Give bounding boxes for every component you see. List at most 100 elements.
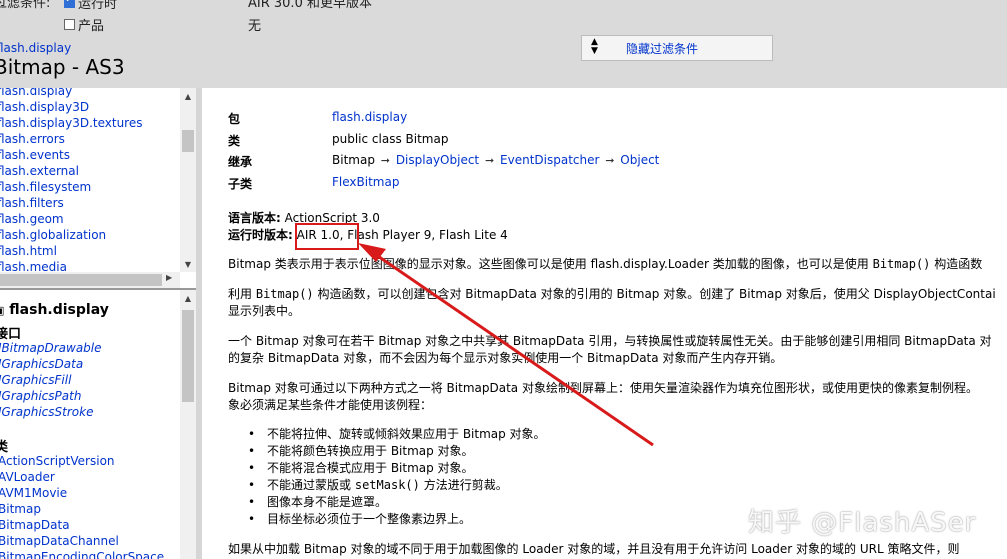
- package-list-item[interactable]: flash.display3D: [0, 99, 142, 115]
- zhihu-watermark: 知乎 @FlashASer: [748, 508, 977, 538]
- runtime-checkbox-label: 运行时: [78, 0, 118, 12]
- interface-link[interactable]: IGraphicsStroke: [0, 404, 102, 420]
- arrow-right-icon: ➞: [380, 154, 390, 167]
- class-link[interactable]: BitmapData: [0, 517, 164, 533]
- description-paragraph: 如果从中加载 Bitmap 对象的域不同于用于加载图像的 Loader 对象的域…: [228, 542, 960, 556]
- text: 构造函数，可以创建包含对 BitmapData 对象的引用的 Bitmap 对象…: [317, 287, 996, 301]
- product-filter[interactable]: 产品: [64, 15, 104, 34]
- class-link[interactable]: AVM1Movie: [0, 485, 164, 501]
- interface-link[interactable]: IBitmapDrawable: [0, 340, 102, 356]
- runtime-version-rest: Flash Player 9, Flash Lite 4: [347, 228, 508, 242]
- package-list-item[interactable]: flash.display: [0, 88, 142, 99]
- package-contents-pane: ▣ flash.display 接口 IBitmapDrawableIGraph…: [0, 290, 196, 559]
- scroll-thumb[interactable]: [182, 130, 194, 152]
- scroll-up-icon[interactable]: ▲: [180, 292, 196, 306]
- interfaces-list: IBitmapDrawable IGraphicsData IGraphicsFil…: [0, 340, 102, 420]
- description-paragraph: Bitmap 对象可通过以下两种方式之一将 BitmapData 对象绘制到屏幕…: [228, 380, 1007, 414]
- inheritance-link[interactable]: EventDispatcher: [500, 153, 599, 167]
- class-link[interactable]: BitmapEncodingColorSpace: [0, 549, 164, 559]
- class-value: public class Bitmap: [332, 132, 449, 146]
- inheritance-chain: Bitmap ➞ DisplayObject ➞ EventDispatcher…: [332, 153, 659, 167]
- runtime-checkbox[interactable]: [64, 0, 75, 8]
- scroll-right-icon[interactable]: ▶: [166, 273, 172, 282]
- package-list-hscroll[interactable]: ▶: [0, 272, 180, 288]
- page-title: Bitmap - AS3: [0, 55, 125, 79]
- text: Bitmap 对象可通过以下两种方式之一将 BitmapData 对象绘制到屏幕…: [228, 381, 978, 395]
- text: 的复杂 BitmapData 对象，而不会因为每个显示对象实例使用一个 Bitm…: [228, 351, 783, 365]
- runtime-filter-value: AIR 30.0 和更早版本: [248, 0, 372, 11]
- package-list-item[interactable]: flash.globalization: [0, 227, 142, 243]
- text: 一个 Bitmap 对象可在若干 Bitmap 对象之中共享其 BitmapDa…: [228, 334, 992, 348]
- runtime-version: 运行时版本: AIR 1.0, Flash Player 9, Flash Li…: [228, 226, 508, 243]
- interface-link[interactable]: IGraphicsPath: [0, 388, 102, 404]
- hscroll-thumb[interactable]: [0, 274, 162, 286]
- product-checkbox[interactable]: [64, 19, 75, 30]
- product-checkbox-label: 产品: [78, 19, 105, 34]
- package-value-link[interactable]: flash.display: [332, 110, 407, 124]
- package-list-vscroll[interactable]: ▲ ▼: [180, 88, 196, 272]
- scroll-up-icon[interactable]: ▲: [180, 90, 196, 104]
- package-list-item[interactable]: flash.display3D.textures: [0, 115, 142, 131]
- arrow-right-icon: ➞: [484, 154, 495, 167]
- runtime-version-label: 运行时版本:: [228, 228, 293, 242]
- package-list-item[interactable]: flash.filters: [0, 195, 142, 211]
- code: setMask(): [354, 478, 420, 492]
- text: 利用: [228, 287, 253, 301]
- package-list-item[interactable]: flash.external: [0, 163, 142, 179]
- annotation-highlight-box: [295, 223, 359, 250]
- package-list: flash.display flash.display3D flash.displa…: [0, 88, 142, 275]
- hide-filters-button[interactable]: ▲ ▼ 隐藏过滤条件: [581, 35, 773, 61]
- package-list-item[interactable]: flash.geom: [0, 211, 142, 227]
- arrow-right-icon: ➞: [605, 154, 615, 167]
- runtime-filter[interactable]: 运行时: [64, 0, 117, 12]
- interface-link[interactable]: IGraphicsData: [0, 356, 102, 372]
- interface-link[interactable]: IGraphicsFill: [0, 372, 102, 388]
- package-icon: ▣: [0, 304, 4, 317]
- package-list-pane: flash.display flash.display3D flash.displa…: [0, 88, 196, 288]
- filter-label: 过滤条件:: [0, 0, 51, 11]
- package-list-item[interactable]: flash.events: [0, 147, 142, 163]
- inheritance-item: Bitmap: [332, 153, 375, 167]
- package-nav-title: ▣ flash.display: [0, 302, 109, 318]
- text: Bitmap 类表示用于表示位图图像的显示对象。这些图像可以是使用 flash.…: [228, 257, 869, 271]
- class-link[interactable]: AVLoader: [0, 469, 164, 485]
- subclass-link[interactable]: FlexBitmap: [332, 175, 399, 189]
- filter-header: 过滤条件: 运行时 AIR 30.0 和更早版本 产品 无 flash.disp…: [0, 0, 1007, 88]
- class-label: 类: [228, 134, 241, 148]
- code: Bitmap(): [872, 257, 931, 271]
- class-link[interactable]: Bitmap: [0, 501, 164, 517]
- classes-list: ActionScriptVersion AVLoader AVM1Movie Bitm…: [0, 453, 164, 559]
- inheritance-link[interactable]: DisplayObject: [396, 153, 479, 167]
- description-paragraph: Bitmap 类表示用于表示位图图像的显示对象。这些图像可以是使用 flash.…: [228, 256, 1007, 273]
- list-item: 不能将拉伸、旋转或倾斜效果应用于 Bitmap 对象。: [248, 426, 546, 443]
- hide-filters-label: 隐藏过滤条件: [626, 42, 699, 56]
- text: 显示列表中。: [228, 304, 301, 318]
- list-item: 图像本身不能是遮罩。: [248, 494, 546, 511]
- package-list-item[interactable]: flash.filesystem: [0, 179, 142, 195]
- scroll-thumb[interactable]: [182, 310, 194, 402]
- list-item: 不能将混合模式应用于 Bitmap 对象。: [248, 460, 546, 477]
- description-paragraph: 利用 Bitmap() 构造函数，可以创建包含对 BitmapData 对象的引…: [228, 286, 1007, 320]
- breadcrumb-package-link[interactable]: flash.display: [0, 41, 71, 55]
- description-paragraph: 一个 Bitmap 对象可在若干 Bitmap 对象之中共享其 BitmapDa…: [228, 333, 1007, 367]
- text: 构造函数: [934, 257, 983, 271]
- inheritance-link[interactable]: Object: [620, 153, 659, 167]
- inheritance-label: 继承: [228, 155, 253, 169]
- package-list-item[interactable]: flash.errors: [0, 131, 142, 147]
- collapse-arrows-icon: ▲ ▼: [591, 37, 598, 56]
- package-list-item[interactable]: flash.html: [0, 243, 142, 259]
- subclasses-label: 子类: [228, 177, 253, 191]
- text: 象必须满足某些条件才能使用该例程：: [228, 398, 433, 412]
- code: Bitmap(): [255, 287, 314, 301]
- class-doc-content: 包 flash.display 类 public class Bitmap 继承…: [202, 88, 1007, 559]
- language-version-label: 语言版本:: [228, 211, 281, 225]
- product-filter-value: 无: [248, 19, 262, 34]
- class-link[interactable]: BitmapDataChannel: [0, 533, 164, 549]
- list-item: 目标坐标必须位于一个整像素边界上。: [248, 511, 546, 528]
- scroll-down-icon[interactable]: ▼: [180, 258, 196, 272]
- class-link[interactable]: ActionScriptVersion: [0, 453, 164, 469]
- text: 方法进行剪裁。: [423, 478, 508, 492]
- bullet-list: 不能将拉伸、旋转或倾斜效果应用于 Bitmap 对象。 不能将颜色转换应用于 B…: [248, 426, 546, 528]
- list-item: 不能将颜色转换应用于 Bitmap 对象。: [248, 443, 546, 460]
- package-contents-vscroll[interactable]: ▲: [180, 290, 196, 559]
